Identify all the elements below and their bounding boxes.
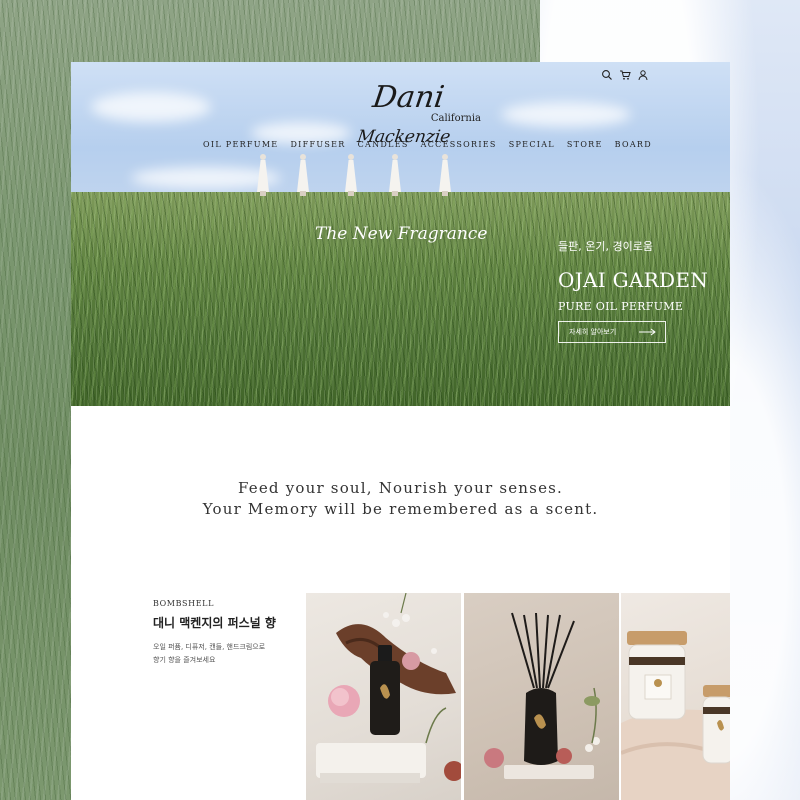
slogan-line-2: Your Memory will be remembered as a scen… xyxy=(202,500,599,518)
hero-kr-line: 들판, 온기, 경이로움 xyxy=(558,240,653,253)
brand-location: California xyxy=(430,113,481,124)
hero-title: OJAI GARDEN xyxy=(558,268,709,292)
intro-label: BOMBSHELL xyxy=(153,599,214,608)
hero-subtitle: PURE OIL PERFUME xyxy=(558,300,684,313)
nav-item-diffuser[interactable]: DIFFUSER xyxy=(290,140,345,149)
intro-desc-line-2: 향기 향을 즐겨보세요 xyxy=(153,656,216,664)
arrow-right-icon xyxy=(639,328,656,336)
intro-description: 오일 퍼퓸, 디퓨저, 캔들, 핸드크림으로 향기 향을 즐겨보세요 xyxy=(153,641,276,667)
hero-tagline: The New Fragrance xyxy=(315,224,488,244)
cart-icon[interactable] xyxy=(619,66,631,80)
oil-perfume-illustration xyxy=(316,593,461,783)
intro-desc-line-1: 오일 퍼퓸, 디퓨저, 캔들, 핸드크림으로 xyxy=(153,643,266,651)
product-image-oil-perfume[interactable] xyxy=(306,593,461,800)
learn-more-button[interactable]: 자세히 알아보기 xyxy=(558,321,666,343)
page-card: Dani Mackenzie California OIL PERFUME DI… xyxy=(71,62,730,800)
product-image-diffuser[interactable] xyxy=(464,593,619,800)
walking-figure xyxy=(389,154,401,196)
user-icon[interactable] xyxy=(637,66,649,81)
diffuser-illustration xyxy=(484,612,600,779)
nav-item-board[interactable]: BOARD xyxy=(615,140,652,149)
nav-item-store[interactable]: STORE xyxy=(567,140,603,149)
nav-item-accessories[interactable]: ACCESSORIES xyxy=(421,140,497,149)
intro-heading: 대니 맥켄지의 퍼스널 향 xyxy=(153,616,276,630)
slogan-line-1: Feed your soul, Nourish your senses. xyxy=(237,479,564,497)
search-icon[interactable] xyxy=(601,66,613,80)
product-intro: BOMBSHELL 대니 맥켄지의 퍼스널 향 오일 퍼퓸, 디퓨저, 캔들, … xyxy=(153,599,276,667)
walking-figure xyxy=(345,154,357,196)
brand-logo[interactable]: Dani Mackenzie California xyxy=(321,80,491,147)
nav-item-candles[interactable]: CANDLES xyxy=(358,140,409,149)
nav-item-special[interactable]: SPECIAL xyxy=(509,140,555,149)
candle-illustration xyxy=(621,631,730,800)
product-image-candle[interactable] xyxy=(621,593,730,800)
hero-promo: 들판, 온기, 경이로움 OJAI GARDEN PURE OIL PERFUM… xyxy=(558,238,708,343)
nav-item-oil-perfume[interactable]: OIL PERFUME xyxy=(203,140,278,149)
header-icons xyxy=(601,66,649,81)
cloud xyxy=(501,102,631,127)
walking-figure xyxy=(257,154,269,196)
learn-more-label: 자세히 알아보기 xyxy=(569,328,617,336)
walking-figure xyxy=(297,154,309,196)
slogan: Feed your soul, Nourish your senses. You… xyxy=(71,478,730,520)
walking-figure xyxy=(439,154,451,196)
hero-banner[interactable]: Dani Mackenzie California OIL PERFUME DI… xyxy=(71,62,730,406)
cloud xyxy=(91,92,211,122)
